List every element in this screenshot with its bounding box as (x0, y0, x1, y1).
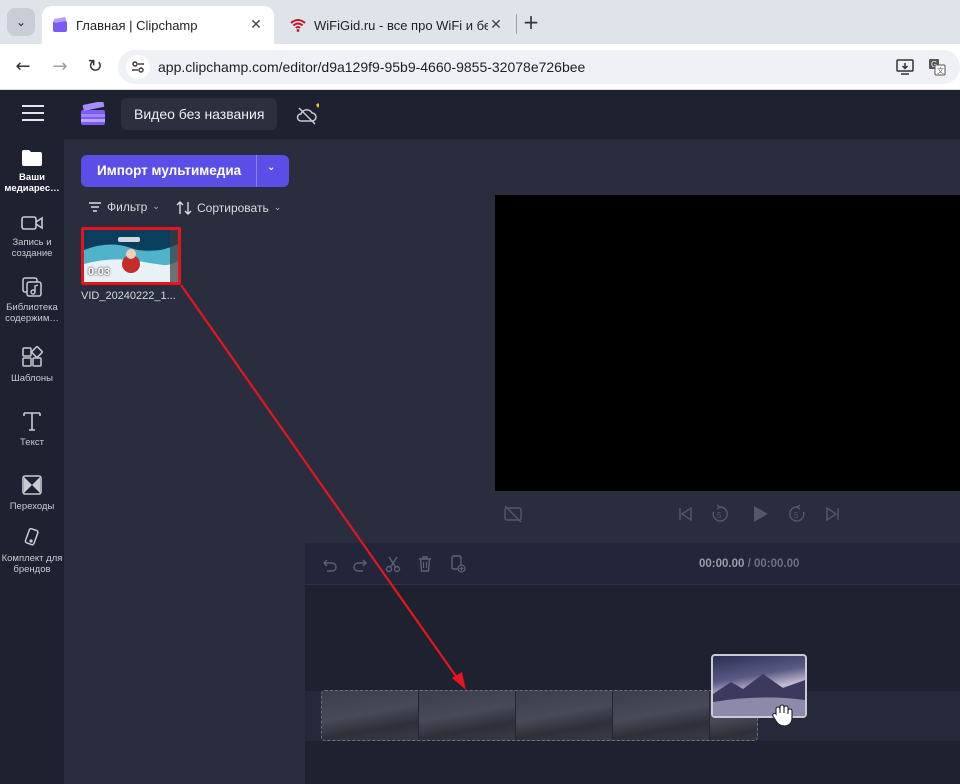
import-media-button[interactable]: Импорт мультимедиа ⌄ (81, 155, 289, 187)
placeholder-frame (516, 691, 613, 740)
rail-item-record[interactable]: Запись и создание (0, 214, 64, 259)
rail-label: Комплект для брендов (1, 553, 63, 575)
tab-wifigid[interactable]: WiFiGid.ru - все про WiFi и бес ✕ (280, 6, 514, 44)
scissors-icon[interactable] (384, 555, 402, 573)
app-header: Видео без названия (0, 90, 960, 139)
video-duration: 0:03 (88, 266, 111, 278)
rail-item-brand-kit[interactable]: Комплект для брендов (0, 528, 64, 575)
current-time: 00:00.00 (699, 558, 745, 570)
transitions-icon (22, 475, 42, 495)
brand-kit-icon (24, 528, 39, 546)
close-icon[interactable]: ✕ (248, 17, 264, 33)
left-navigation-rail: Ваши медиарес… Запись и создание Библиот… (0, 139, 64, 784)
text-icon (23, 412, 41, 431)
sort-icon (176, 201, 192, 215)
filter-label: Фильтр (107, 200, 148, 214)
folder-icon (22, 150, 42, 166)
play-icon[interactable] (750, 504, 770, 524)
clipchamp-favicon-icon (53, 17, 67, 32)
camera-icon (21, 216, 43, 230)
rail-label: Текст (20, 437, 44, 448)
rail-label: Ваши медиарес… (4, 172, 60, 194)
clipchamp-logo-icon[interactable] (80, 102, 106, 126)
rewind-5-icon[interactable]: 5 (710, 504, 730, 524)
timeline-toolbar (305, 543, 960, 585)
rail-item-templates[interactable]: Шаблоны (0, 346, 64, 384)
library-icon (22, 277, 42, 297)
delete-icon[interactable] (416, 555, 434, 573)
tab-clipchamp[interactable]: Главная | Clipchamp ✕ (42, 6, 274, 44)
skip-forward-icon[interactable] (823, 504, 843, 524)
import-label: Импорт мультимедиа (97, 163, 242, 178)
tab-divider (516, 14, 517, 34)
new-tab-button[interactable]: + (520, 12, 542, 34)
tab-search-button[interactable]: ⌄ (7, 8, 35, 36)
timecode: 00:00.00 / 00:00.00 (699, 558, 799, 570)
placeholder-frame (322, 691, 419, 740)
chevron-down-icon[interactable]: ⌄ (267, 162, 275, 173)
translate-icon[interactable]: G文 (928, 58, 946, 76)
back-button[interactable]: ← (11, 55, 35, 79)
svg-text:5: 5 (717, 511, 722, 520)
total-time: 00:00.00 (754, 558, 800, 570)
tab-title: WiFiGid.ru - все про WiFi и бес (314, 17, 488, 33)
address-bar[interactable]: app.clipchamp.com/editor/d9a129f9-95b9-4… (118, 50, 960, 84)
timeline-area (305, 585, 960, 784)
chevron-down-icon: ⌄ (152, 202, 160, 212)
cloud-off-icon[interactable] (295, 103, 319, 127)
undo-icon[interactable] (320, 555, 338, 573)
filter-icon (89, 202, 101, 212)
templates-icon (22, 346, 43, 367)
chevron-down-icon: ⌄ (15, 15, 27, 29)
rail-item-library[interactable]: Библиотека содержим… (0, 277, 64, 324)
svg-text:文: 文 (937, 66, 944, 75)
browser-tab-strip: ⌄ Главная | Clipchamp ✕ WiFiGid.ru - все… (0, 0, 960, 44)
tab-title: Главная | Clipchamp (76, 17, 198, 33)
rail-label: Запись и создание (11, 237, 53, 259)
add-media-icon[interactable] (449, 555, 467, 573)
redo-icon[interactable] (352, 555, 370, 573)
reload-button[interactable]: ↻ (83, 55, 107, 79)
rail-label: Библиотека содержим… (5, 302, 59, 324)
media-panel: Импорт мультимедиа ⌄ Фильтр ⌄ Сортироват… (64, 139, 305, 784)
grab-hand-icon (772, 704, 793, 727)
rail-item-transitions[interactable]: Переходы (0, 474, 64, 512)
wifi-favicon-icon (290, 19, 306, 32)
filter-button[interactable]: Фильтр ⌄ (88, 200, 160, 214)
media-filename: VID_20240222_1... (81, 290, 176, 302)
svg-text:5: 5 (794, 511, 799, 520)
forward-5-icon[interactable]: 5 (787, 504, 807, 524)
drop-zone-placeholder[interactable] (321, 690, 758, 741)
sort-button[interactable]: Сортировать ⌄ (176, 200, 281, 216)
url-text: app.clipchamp.com/editor/d9a129f9-95b9-4… (158, 59, 586, 75)
placeholder-frame (613, 691, 710, 740)
media-thumbnail[interactable]: 0:03 (81, 227, 181, 285)
time-separator: / (744, 558, 754, 570)
rail-item-your-media[interactable]: Ваши медиарес… (0, 149, 64, 194)
rail-label: Шаблоны (10, 373, 53, 384)
close-icon[interactable]: ✕ (488, 17, 504, 33)
menu-icon[interactable] (22, 105, 44, 123)
site-info-icon[interactable] (126, 55, 150, 79)
button-divider (256, 155, 257, 187)
rail-item-text[interactable]: Текст (0, 410, 64, 448)
rail-label: Переходы (9, 501, 55, 512)
browser-toolbar: ← → ↻ app.clipchamp.com/editor/d9a129f9-… (0, 44, 960, 90)
captions-off-icon[interactable] (503, 504, 523, 524)
forward-button[interactable]: → (48, 55, 72, 79)
skip-back-icon[interactable] (675, 504, 695, 524)
project-title[interactable]: Видео без названия (121, 98, 278, 130)
video-preview[interactable] (495, 195, 960, 491)
placeholder-frame (419, 691, 516, 740)
sort-label: Сортировать (197, 201, 269, 215)
install-app-icon[interactable] (896, 58, 914, 76)
chevron-down-icon: ⌄ (273, 203, 282, 213)
